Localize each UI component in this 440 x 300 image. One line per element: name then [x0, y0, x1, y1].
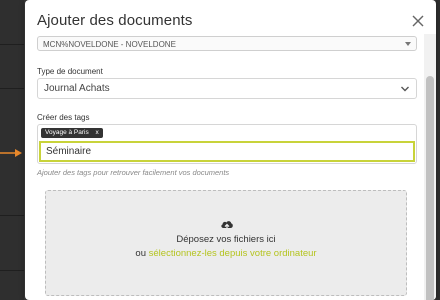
document-type-select[interactable]: Journal Achats	[37, 78, 417, 99]
chevron-down-icon	[401, 86, 409, 92]
modal-body: MCN%NOVELDONE - NOVELDONE Type de docume…	[25, 34, 422, 300]
modal-title: Ajouter des documents	[37, 12, 193, 29]
account-select-value: MCN%NOVELDONE - NOVELDONE	[43, 40, 176, 49]
scrollbar-thumb[interactable]	[426, 76, 434, 300]
backdrop-right	[436, 0, 440, 300]
document-type-value: Journal Achats	[44, 83, 110, 94]
tag-chip: Voyage à Paris x	[41, 128, 103, 138]
document-type-label: Type de document	[37, 67, 103, 76]
dropzone-prefix: ou	[135, 248, 146, 259]
cloud-upload-icon	[221, 221, 233, 231]
tag-remove-button[interactable]: x	[96, 129, 99, 136]
tags-label: Créer des tags	[37, 113, 90, 122]
tags-field: Voyage à Paris x	[37, 124, 417, 164]
file-dropzone[interactable]: Déposez vos fichiers ici ou sélectionnez…	[45, 190, 407, 296]
caret-down-icon	[405, 42, 411, 46]
arrow-right-icon	[0, 149, 22, 157]
add-documents-modal: Ajouter des documents MCN%NOVELDONE - NO…	[25, 0, 436, 300]
account-select[interactable]: MCN%NOVELDONE - NOVELDONE	[37, 36, 417, 51]
close-icon[interactable]	[410, 13, 426, 29]
dropzone-subtitle: ou sélectionnez-les depuis votre ordinat…	[46, 248, 406, 259]
tags-helper-text: Ajouter des tags pour retrouver facileme…	[37, 168, 230, 177]
tag-input[interactable]	[39, 141, 415, 162]
tag-chip-label: Voyage à Paris	[45, 129, 89, 136]
scrollbar[interactable]	[424, 34, 436, 300]
dropzone-title: Déposez vos fichiers ici	[176, 234, 276, 245]
select-files-link[interactable]: sélectionnez-les depuis votre ordinateur	[149, 248, 317, 259]
